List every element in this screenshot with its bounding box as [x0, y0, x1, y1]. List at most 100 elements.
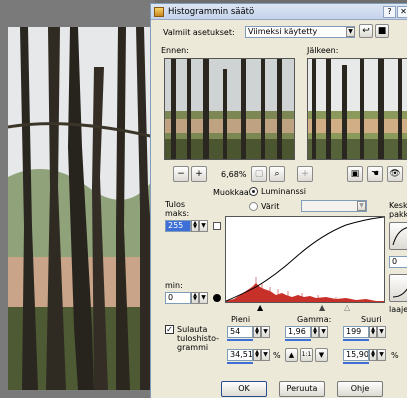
output-min-stepper[interactable]: ▲ ▼	[191, 292, 199, 304]
after-preview[interactable]	[307, 58, 407, 160]
output-max-label: Tulos maks:	[165, 200, 190, 218]
histogram-plot	[225, 216, 385, 302]
curve-preset-2-icon	[392, 288, 407, 298]
gamma-value: 1,96	[288, 327, 306, 336]
expand-label: laajen	[389, 305, 407, 314]
close-icon[interactable]: ✕	[397, 6, 407, 18]
zoom-tool-icon[interactable]: ⌕	[269, 166, 285, 182]
right-value-field[interactable]: 0	[389, 256, 407, 268]
high-percent-sign: %	[391, 351, 399, 360]
output-min-value: 0	[168, 293, 174, 302]
high-value: 199	[346, 327, 362, 336]
black-point-swatch[interactable]	[213, 294, 221, 302]
colors-label: Värit	[261, 202, 280, 211]
help-label: Ohje	[350, 384, 370, 393]
output-max-stepper[interactable]: ▲ ▼	[191, 220, 199, 232]
output-max-value: 255	[168, 221, 184, 230]
after-label: Jälkeen:	[307, 46, 339, 55]
modify-label: Muokkaa:	[213, 188, 252, 197]
luminance-radio[interactable]: Luminanssi	[249, 187, 306, 196]
low-percent-bar[interactable]	[227, 362, 253, 364]
forest-photo	[8, 27, 155, 390]
high-field[interactable]: 199	[343, 326, 369, 338]
help-button[interactable]: Ohje	[337, 381, 383, 397]
presets-label: Valmiit asetukset:	[163, 28, 235, 37]
high-percent-field[interactable]: 15,906	[343, 349, 369, 361]
before-label: Ennen:	[161, 46, 189, 55]
cancel-label: Peruuta	[286, 384, 318, 393]
high-stepper[interactable]: ▲ ▼	[369, 326, 377, 338]
proof-icon[interactable]: ▣	[347, 166, 363, 182]
white-point-swatch[interactable]	[213, 222, 221, 230]
ok-button[interactable]: OK	[221, 381, 267, 397]
low-marker[interactable]: ▲	[257, 303, 263, 312]
blend-checkbox-label: Sulauta tuloshisto-grammi	[177, 325, 220, 352]
help-title-button[interactable]: ?	[383, 6, 396, 18]
low-slider-bar[interactable]	[227, 339, 253, 341]
gamma-label: Gamma:	[297, 315, 332, 324]
low-value: 54	[230, 327, 241, 336]
load-preset-button[interactable]: ↩	[359, 24, 373, 38]
zoom-in-icon[interactable]: +	[191, 166, 207, 182]
midtone-label: Keski pakka	[389, 201, 407, 219]
auto-proof-icon[interactable]: ☚	[367, 166, 383, 182]
zoom-out-icon[interactable]: −	[173, 166, 189, 182]
low-percent-value: 34,511	[230, 350, 253, 359]
pan-icon[interactable]: +	[297, 166, 313, 182]
high-percent-stepper[interactable]: ▲ ▼	[369, 349, 377, 361]
output-min-field[interactable]: 0	[165, 292, 191, 304]
presets-value: Viimeksi käytetty	[248, 27, 318, 36]
before-preview-image	[165, 59, 294, 159]
before-preview[interactable]	[164, 58, 295, 160]
colors-dropdown-arrow[interactable]: ▼	[357, 201, 366, 211]
presets-dropdown-arrow[interactable]: ▼	[346, 27, 355, 37]
after-preview-image	[308, 59, 407, 159]
low-stepper[interactable]: ▲ ▼	[253, 326, 261, 338]
colors-radio[interactable]: Värit	[249, 202, 279, 211]
blend-checkbox[interactable]: ✓	[165, 325, 174, 334]
output-max-field[interactable]: 255	[165, 220, 191, 232]
output-min-dropdown[interactable]: ▼	[199, 292, 208, 304]
down-arrow-icon[interactable]: ▼	[315, 348, 328, 362]
curve-preset-2[interactable]	[389, 274, 407, 302]
low-percent-stepper[interactable]: ▲ ▼	[253, 349, 261, 361]
save-preset-button[interactable]: ■	[375, 24, 389, 38]
ok-label: OK	[238, 384, 250, 393]
gamma-marker[interactable]: ▲	[319, 303, 325, 312]
curve-preset-1[interactable]	[389, 222, 407, 250]
high-percent-bar[interactable]	[343, 362, 369, 364]
gamma-slider-bar[interactable]	[285, 339, 311, 341]
dialog-titlebar[interactable]: Histogrammin säätö ? ✕	[151, 4, 407, 20]
high-label: Suuri	[361, 315, 382, 324]
low-dropdown[interactable]: ▼	[261, 326, 270, 338]
one-to-one-label: 1:1	[301, 351, 312, 358]
high-percent-value: 15,906	[346, 350, 369, 359]
low-percent-sign: %	[273, 351, 281, 360]
zoom-fit-icon[interactable]: ▢	[251, 166, 267, 182]
preview-eye-icon[interactable]: 👁	[387, 166, 403, 182]
right-value: 0	[392, 257, 398, 266]
app-icon	[154, 6, 164, 17]
gamma-dropdown[interactable]: ▼	[319, 326, 328, 338]
histogram-graph[interactable]	[225, 216, 385, 303]
high-slider-bar[interactable]	[343, 339, 369, 341]
one-to-one-button[interactable]: 1:1	[300, 348, 313, 362]
cancel-button[interactable]: Peruuta	[279, 381, 325, 397]
up-arrow-icon[interactable]: ▲	[285, 348, 298, 362]
high-percent-dropdown[interactable]: ▼	[377, 349, 386, 361]
low-percent-dropdown[interactable]: ▼	[261, 349, 270, 361]
high-marker[interactable]: △	[344, 303, 350, 312]
high-dropdown[interactable]: ▼	[377, 326, 386, 338]
histogram-adjust-dialog: Histogrammin säätö ? ✕ Valmiit asetukset…	[150, 3, 407, 398]
presets-dropdown[interactable]: Viimeksi käytetty	[245, 26, 355, 38]
low-percent-field[interactable]: 34,511	[227, 349, 253, 361]
zoom-level: 6,68%	[221, 170, 247, 179]
gamma-stepper[interactable]: ▲ ▼	[311, 326, 319, 338]
luminance-label: Luminanssi	[261, 187, 307, 196]
output-max-dropdown[interactable]: ▼	[199, 220, 208, 232]
curve-preset-1-icon	[392, 227, 407, 246]
background-image-canvas	[0, 0, 155, 398]
low-field[interactable]: 54	[227, 326, 253, 338]
gamma-field[interactable]: 1,96	[285, 326, 311, 338]
low-label: Pieni	[231, 315, 251, 324]
